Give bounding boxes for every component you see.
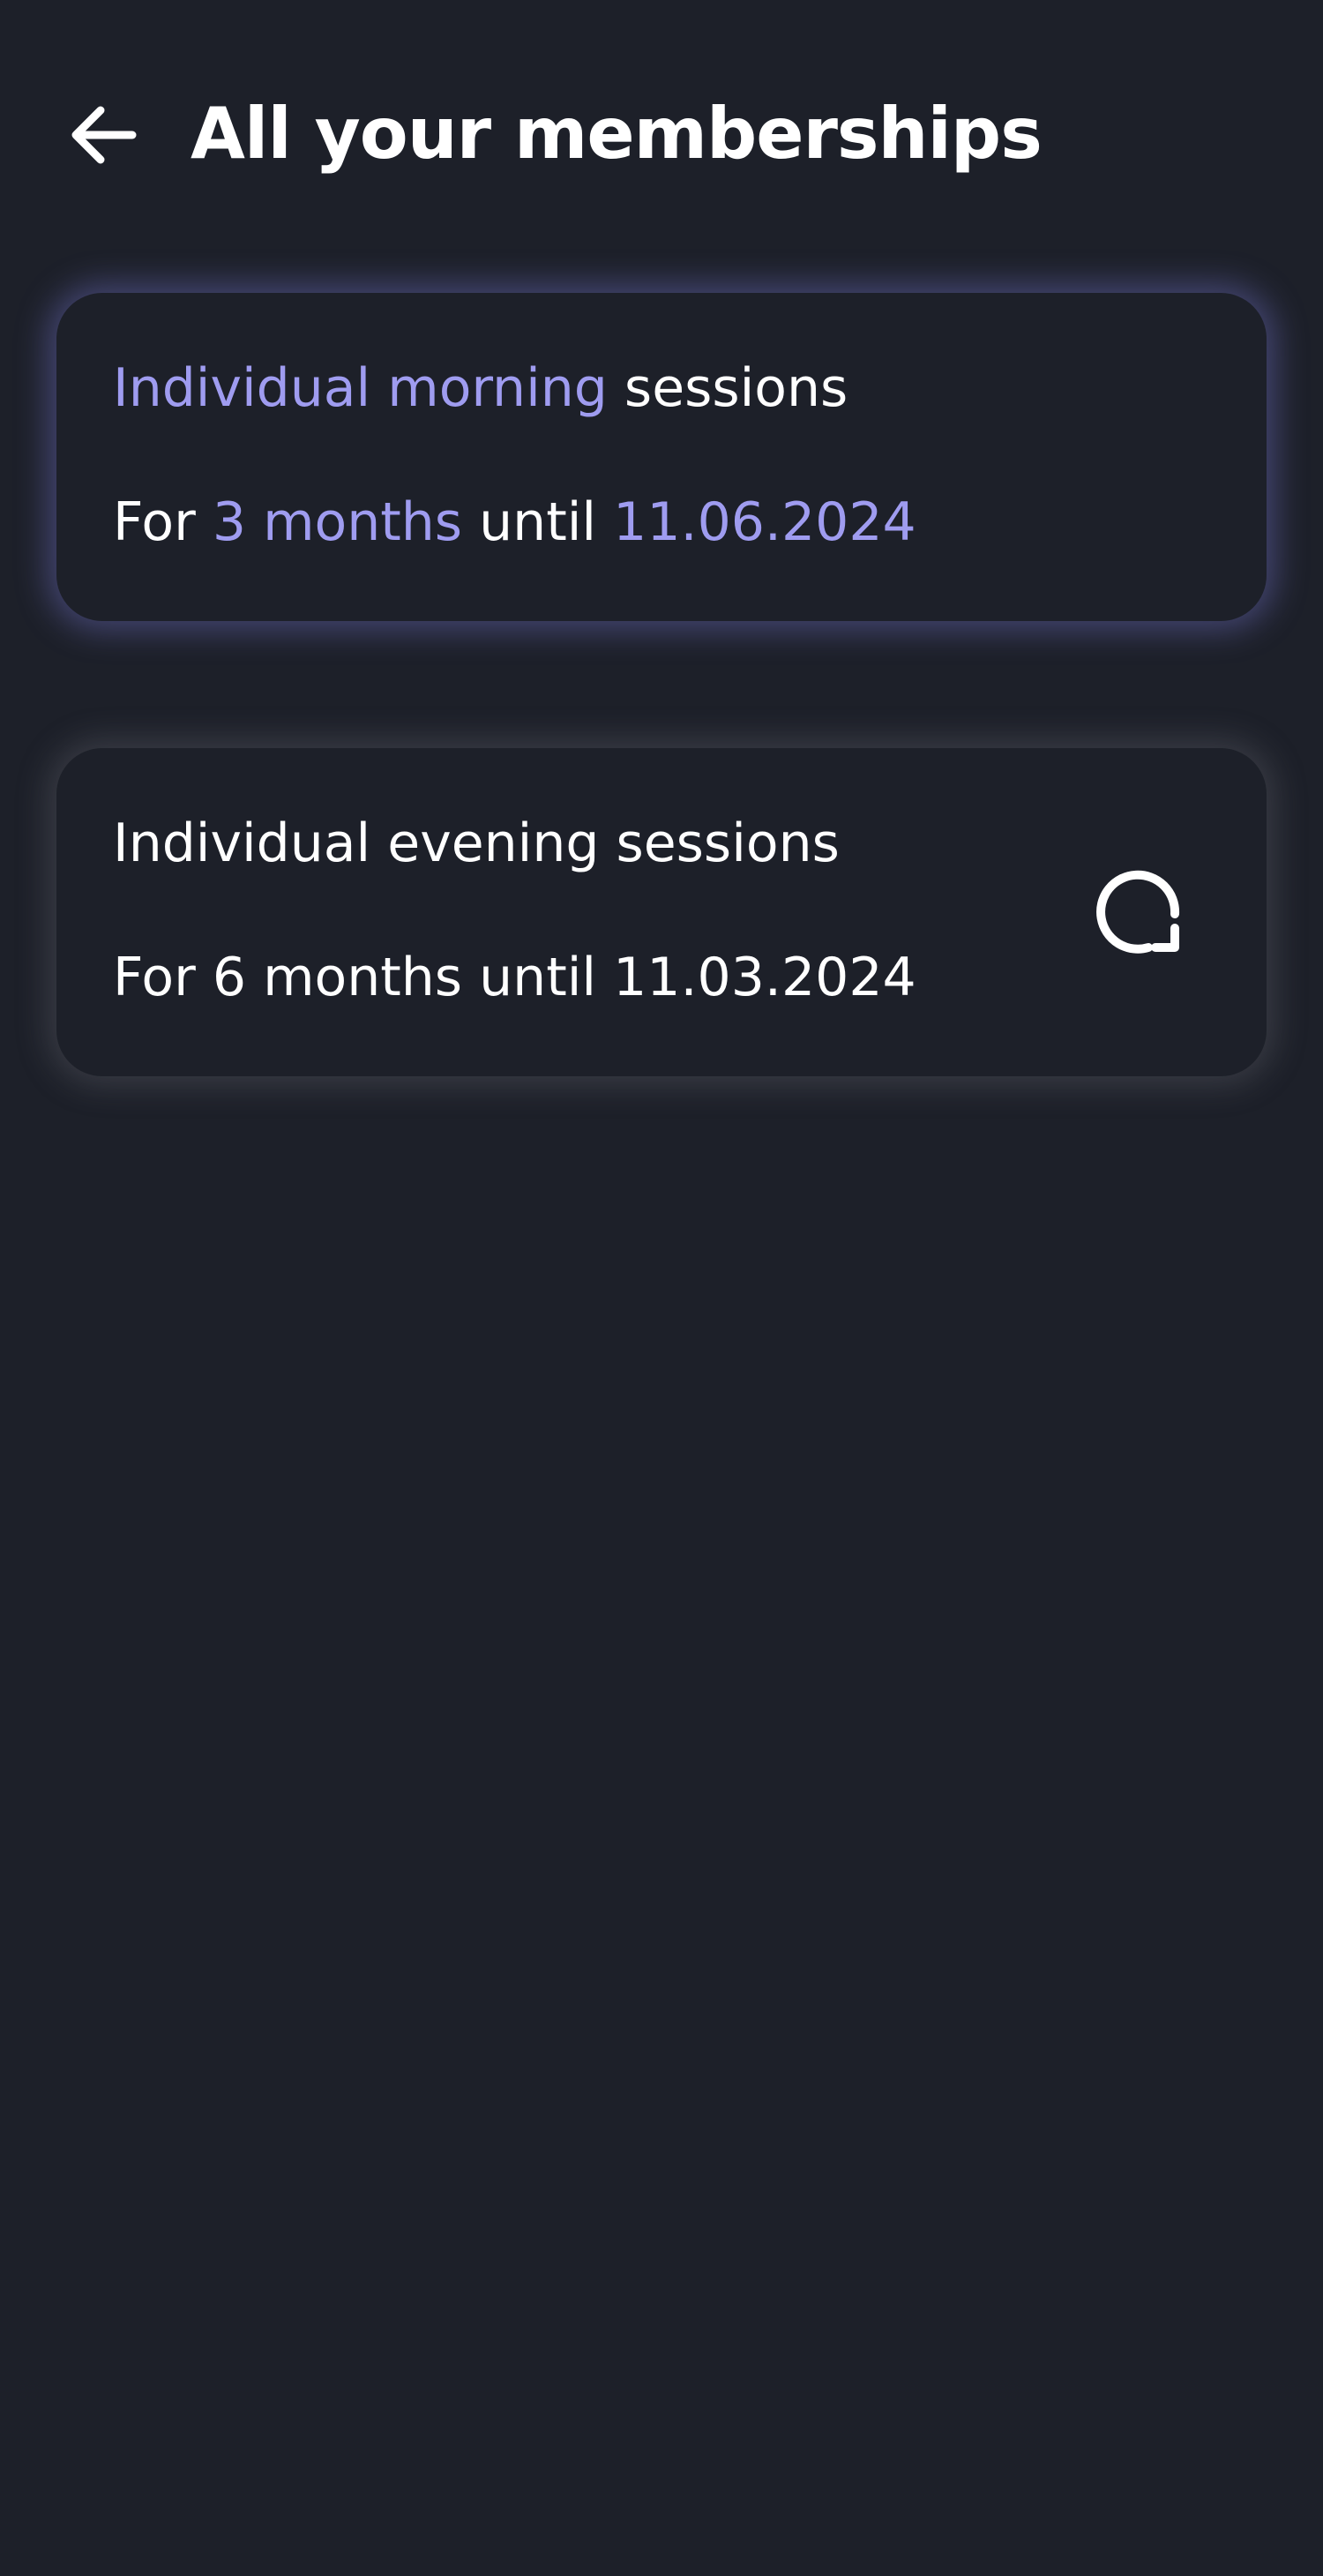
- membership-duration: For 3 months until 11.06.2024: [113, 487, 916, 558]
- back-button[interactable]: [53, 84, 155, 186]
- membership-card-morning[interactable]: Individual morning sessions For 3 months…: [56, 293, 1267, 621]
- membership-card-evening[interactable]: Individual evening sessions For 6 months…: [56, 748, 1267, 1076]
- page-title: All your memberships: [191, 93, 1043, 175]
- duration-prefix: For: [113, 491, 213, 553]
- membership-type: Individual morning sessions: [113, 353, 848, 423]
- membership-type-highlight: Individual morning: [113, 357, 608, 419]
- duration-value: 3 months: [212, 491, 463, 553]
- renew-icon: [1096, 870, 1180, 954]
- renew-button[interactable]: [1087, 859, 1192, 965]
- membership-type: Individual evening sessions: [113, 812, 840, 874]
- duration-until: until: [462, 491, 614, 553]
- membership-duration: For 6 months until 11.03.2024: [113, 947, 916, 1008]
- membership-type-rest: sessions: [607, 357, 848, 419]
- expiry-date: 11.06.2024: [613, 491, 916, 553]
- header: All your memberships: [0, 0, 1323, 265]
- arrow-left-icon: [71, 106, 137, 164]
